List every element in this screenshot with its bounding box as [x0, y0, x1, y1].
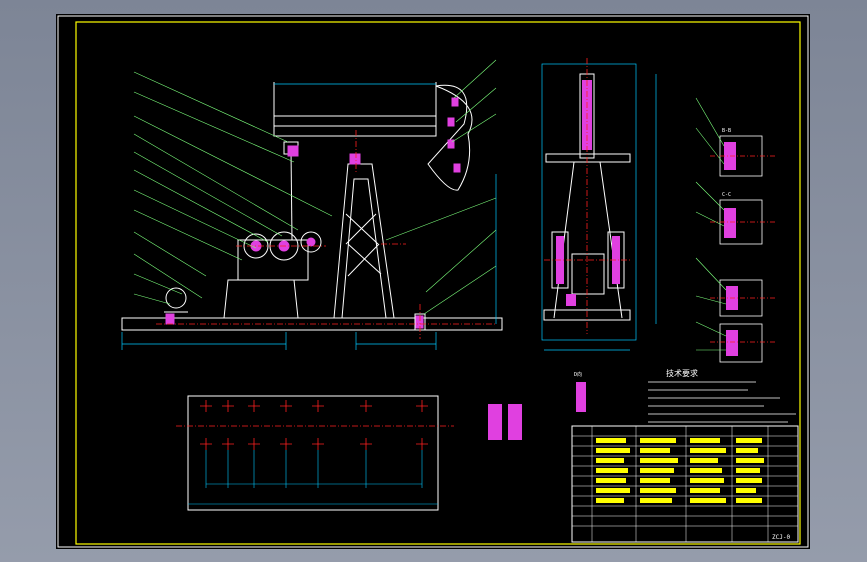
- foundation-outline: [187, 395, 439, 511]
- leader-line: [423, 265, 497, 315]
- main-view-leaders: [133, 59, 497, 315]
- horsehead: [427, 84, 473, 191]
- leader-line: [133, 293, 171, 305]
- horsehead-slot-1: [451, 97, 459, 107]
- side-samson-post: [553, 161, 623, 319]
- crank-pin-3: [306, 237, 316, 247]
- samson-post-outer: [333, 163, 395, 319]
- side-motor: [566, 294, 576, 306]
- main-view-parts: [165, 97, 461, 329]
- equalizer-bearing: [287, 145, 299, 157]
- samson-post-bracing: [345, 213, 382, 277]
- leader-line: [695, 181, 725, 211]
- detail-e-part: [726, 330, 738, 356]
- leader-line: [453, 59, 497, 99]
- leader-line: [133, 91, 295, 163]
- cad-viewport[interactable]: 技术要求 ZCJ-0 B-B C-C D向: [0, 0, 867, 562]
- leader-line: [133, 71, 289, 143]
- side-view-parts: [556, 80, 620, 306]
- title-block-grid: [572, 426, 798, 542]
- detail-bolt-b: [508, 404, 522, 440]
- side-view-dimensions: [541, 63, 657, 351]
- leader-line: [133, 169, 269, 243]
- foundation-dimensions: [188, 450, 438, 505]
- title-block-frame: [571, 425, 799, 543]
- horsehead-slot-2: [447, 117, 455, 127]
- leader-line: [133, 115, 333, 217]
- outer-frame: [57, 15, 809, 548]
- leader-line: [133, 209, 243, 261]
- samson-post-inner: [341, 178, 387, 319]
- leader-line: [425, 229, 497, 293]
- leader-line: [133, 133, 299, 231]
- motor-mount: [165, 313, 175, 325]
- detail-d-caption: D向: [574, 371, 582, 378]
- detail-bb-caption: B-B: [722, 128, 731, 134]
- main-view-centerlines: [156, 130, 496, 339]
- motor: [165, 287, 187, 309]
- technical-requirements: 技术要求: [648, 368, 796, 423]
- title-block-entries: [596, 438, 764, 503]
- detail-cc-part: [724, 208, 736, 238]
- detail-bolt-a: [488, 404, 502, 440]
- leader-line: [133, 273, 183, 295]
- leader-line: [133, 189, 257, 249]
- center-bearing: [349, 153, 361, 165]
- detail-cc-caption: C-C: [722, 192, 731, 198]
- leader-line: [695, 295, 727, 305]
- foundation-bolt-marks: [200, 400, 428, 450]
- foundation-plan: [176, 395, 454, 511]
- drawing-number: ZCJ-0: [772, 534, 790, 541]
- notes-lines: [648, 381, 796, 423]
- wellhead-flange: [415, 315, 424, 329]
- notes-heading: 技术要求: [666, 368, 698, 378]
- leader-line: [455, 87, 497, 123]
- drawing-sheet: 技术要求 ZCJ-0 B-B C-C D向: [56, 14, 810, 549]
- horsehead-slot-4: [453, 163, 461, 173]
- leader-line: [451, 113, 497, 143]
- leader-line: [385, 197, 497, 241]
- title-block: ZCJ-0: [571, 425, 799, 543]
- leader-line: [695, 97, 725, 147]
- reducer-support: [223, 279, 299, 319]
- detail-d-part-2: [576, 382, 586, 412]
- main-view-dimensions: [121, 83, 497, 350]
- drawing-canvas: 技术要求 ZCJ-0 B-B C-C D向: [57, 15, 809, 548]
- leader-line: [695, 257, 727, 291]
- leader-line: [133, 151, 283, 237]
